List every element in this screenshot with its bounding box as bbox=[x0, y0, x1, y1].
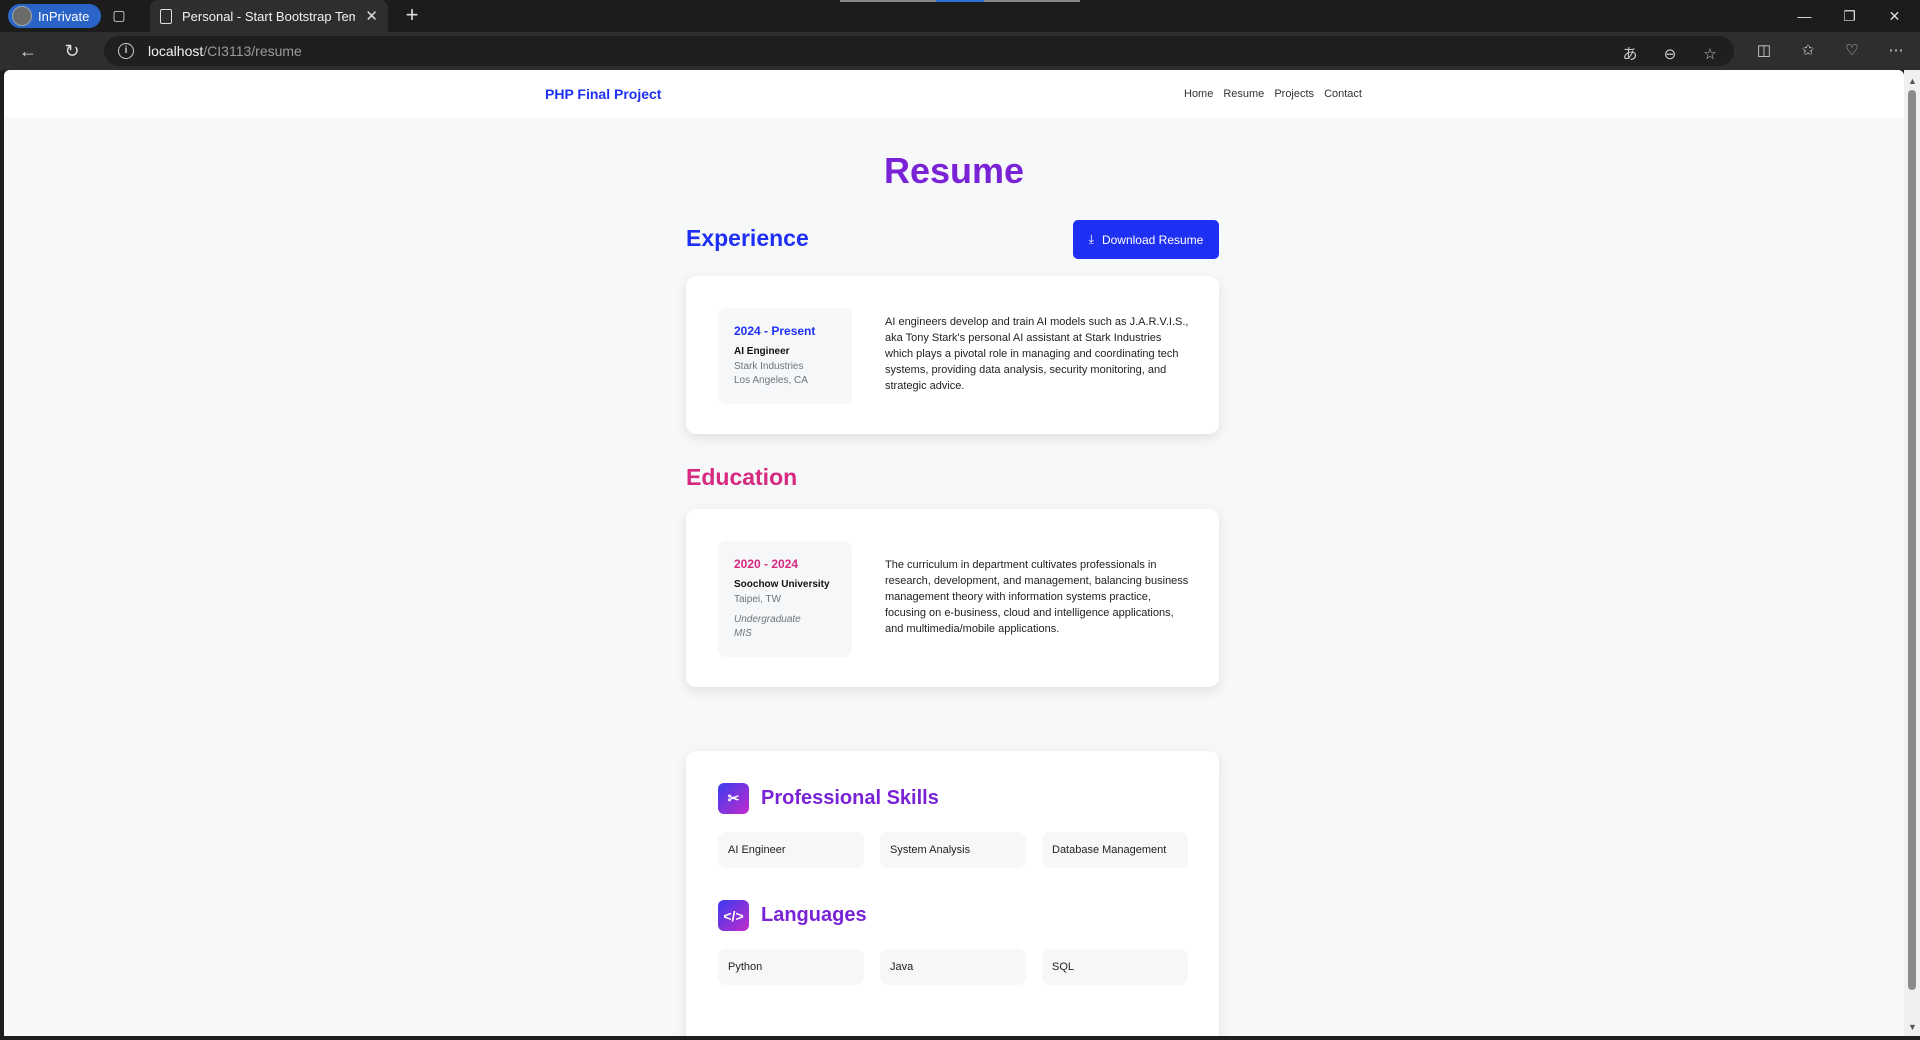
professional-skills-header: ✂ Professional Skills bbox=[718, 783, 939, 814]
education-degree: Undergraduate bbox=[734, 614, 801, 625]
refresh-button[interactable]: ↻ bbox=[60, 39, 84, 63]
experience-org: Stark Industries bbox=[734, 361, 804, 372]
browser-tab[interactable]: Personal - Start Bootstrap Templ ✕ bbox=[150, 0, 388, 32]
back-button[interactable]: ← bbox=[16, 39, 40, 63]
url-text: localhost/CI3113/resume bbox=[148, 43, 302, 59]
minimize-button[interactable]: — bbox=[1782, 0, 1827, 32]
skill-chip: AI Engineer bbox=[718, 832, 864, 868]
restore-button[interactable]: ❐ bbox=[1827, 0, 1872, 32]
snap-indicator bbox=[840, 0, 1080, 2]
languages-heading: Languages bbox=[761, 904, 867, 926]
languages-list: Python Java SQL bbox=[718, 949, 1188, 985]
experience-description: AI engineers develop and train AI models… bbox=[885, 316, 1189, 392]
tools-icon: ✂ bbox=[718, 783, 749, 814]
site-brand[interactable]: PHP Final Project bbox=[545, 86, 661, 102]
read-aloud-icon[interactable]: あ bbox=[1618, 43, 1642, 67]
education-description: The curriculum in department cultivates … bbox=[885, 559, 1189, 635]
education-card: 2020 - 2024 Soochow University Taipei, T… bbox=[686, 509, 1219, 687]
education-location: Taipei, TW bbox=[734, 594, 782, 605]
education-years: 2020 - 2024 bbox=[734, 557, 799, 571]
tab-title: Personal - Start Bootstrap Templ bbox=[182, 8, 356, 24]
close-tab-icon[interactable]: ✕ bbox=[365, 7, 378, 25]
experience-card: 2024 - Present AI Engineer Stark Industr… bbox=[686, 276, 1219, 434]
nav-link-resume[interactable]: Resume bbox=[1223, 88, 1264, 100]
nav-link-projects[interactable]: Projects bbox=[1274, 88, 1314, 100]
site-navbar: PHP Final Project Home Resume Projects C… bbox=[4, 70, 1904, 118]
skills-card: ✂ Professional Skills AI Engineer System… bbox=[686, 751, 1219, 1036]
languages-header: </> Languages bbox=[718, 900, 867, 931]
skill-chip: System Analysis bbox=[880, 832, 1026, 868]
more-menu-icon[interactable]: ⋯ bbox=[1884, 39, 1908, 63]
professional-skills-heading: Professional Skills bbox=[761, 787, 939, 809]
experience-years: 2024 - Present bbox=[734, 324, 816, 338]
education-date-box: 2020 - 2024 Soochow University Taipei, T… bbox=[718, 541, 852, 657]
profile-avatar bbox=[12, 6, 32, 26]
favorite-star-icon[interactable]: ☆ bbox=[1698, 43, 1722, 67]
browser-essentials-icon[interactable]: ♡ bbox=[1840, 39, 1864, 63]
favorites-icon[interactable]: ✩ bbox=[1796, 39, 1820, 63]
scroll-down-icon[interactable]: ▼ bbox=[1908, 1022, 1917, 1032]
download-icon: ⤓ bbox=[1088, 232, 1094, 246]
language-chip: Java bbox=[880, 949, 1026, 985]
experience-location: Los Angeles, CA bbox=[734, 375, 808, 386]
education-heading: Education bbox=[686, 464, 798, 490]
language-chip: SQL bbox=[1042, 949, 1188, 985]
browser-toolbar: ← ↻ i localhost/CI3113/resume あ ⊖ ☆ ◫ ✩ … bbox=[0, 32, 1920, 70]
professional-skills-list: AI Engineer System Analysis Database Man… bbox=[718, 832, 1188, 868]
new-tab-button[interactable]: + bbox=[400, 4, 424, 28]
nav-link-home[interactable]: Home bbox=[1184, 88, 1213, 100]
inprivate-badge[interactable]: InPrivate bbox=[8, 4, 102, 28]
download-label: Download Resume bbox=[1101, 232, 1204, 247]
tab-actions-icon[interactable]: ▢ bbox=[111, 7, 127, 23]
browser-tabbar: InPrivate ▢ Personal - Start Bootstrap T… bbox=[0, 0, 1920, 32]
nav-link-contact[interactable]: Contact bbox=[1324, 88, 1362, 100]
page-viewport: PHP Final Project Home Resume Projects C… bbox=[4, 70, 1904, 1036]
page-scrollbar[interactable]: ▲ ▼ bbox=[1904, 70, 1920, 1036]
experience-role: AI Engineer bbox=[734, 346, 790, 357]
skill-chip: Database Management bbox=[1042, 832, 1188, 868]
scroll-up-icon[interactable]: ▲ bbox=[1908, 76, 1917, 86]
inprivate-label: InPrivate bbox=[38, 8, 90, 24]
education-school: Soochow University bbox=[734, 579, 830, 590]
page-title: Resume bbox=[883, 150, 1025, 191]
nav-links: Home Resume Projects Contact bbox=[1184, 88, 1362, 100]
language-chip: Python bbox=[718, 949, 864, 985]
site-info-icon[interactable]: i bbox=[118, 43, 134, 59]
close-window-button[interactable]: ✕ bbox=[1872, 0, 1917, 32]
education-major: MIS bbox=[734, 628, 752, 639]
zoom-out-icon[interactable]: ⊖ bbox=[1658, 43, 1682, 67]
page-icon bbox=[160, 8, 172, 24]
download-resume-button[interactable]: ⤓ Download Resume bbox=[1073, 220, 1219, 259]
experience-date-box: 2024 - Present AI Engineer Stark Industr… bbox=[718, 308, 852, 404]
address-bar[interactable]: i localhost/CI3113/resume あ ⊖ ☆ bbox=[104, 36, 1734, 66]
split-screen-icon[interactable]: ◫ bbox=[1752, 39, 1776, 63]
scrollbar-thumb[interactable] bbox=[1908, 90, 1916, 990]
code-icon: </> bbox=[718, 900, 749, 931]
experience-heading: Experience bbox=[686, 225, 809, 251]
